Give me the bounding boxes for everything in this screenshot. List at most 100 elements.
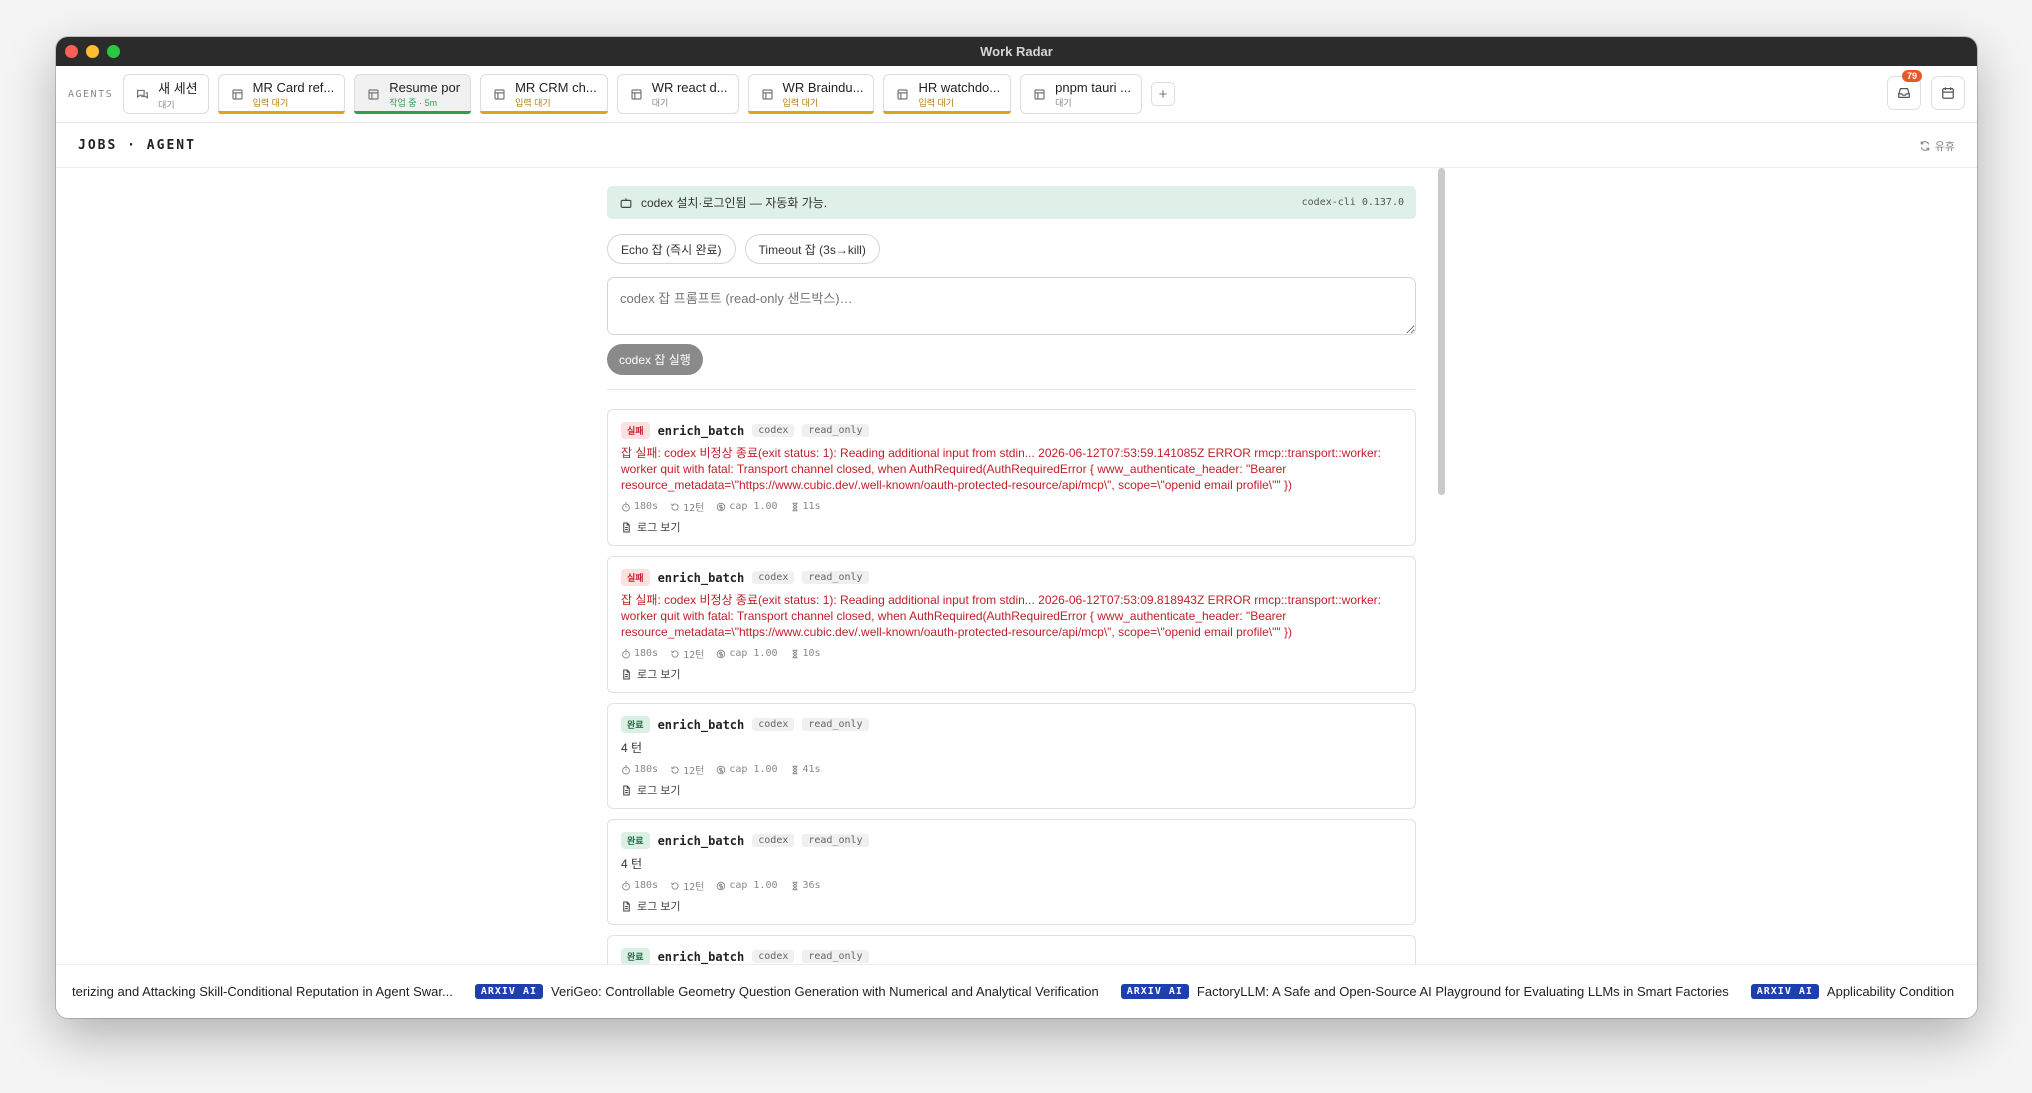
job-meta-timeout: 180s	[621, 878, 658, 893]
job-card[interactable]: 완료 enrich_batch codex read_only	[607, 935, 1416, 964]
view-log-button[interactable]: 로그 보기	[621, 898, 1402, 914]
turns-icon	[670, 881, 680, 891]
idle-status[interactable]: 유휴	[1919, 138, 1955, 154]
agent-tab[interactable]: pnpm tauri ... 대기	[1020, 74, 1142, 114]
job-meta-turns: 12턴	[670, 499, 704, 514]
jobs-column: codex 설치·로그인됨 — 자동화 가능. codex-cli 0.137.…	[607, 168, 1416, 964]
agent-tab[interactable]: MR CRM ch... 입력 대기	[480, 74, 608, 114]
job-meta-timeout: 180s	[621, 762, 658, 777]
minimize-window-button[interactable]	[86, 45, 99, 58]
calendar-button[interactable]	[1931, 76, 1965, 110]
agent-tab[interactable]: HR watchdo... 입력 대기	[883, 74, 1012, 114]
status-badge: 완료	[621, 948, 650, 964]
zoom-window-button[interactable]	[107, 45, 120, 58]
agent-tab-text: MR Card ref... 입력 대기	[253, 80, 335, 109]
job-tag: codex	[752, 424, 795, 437]
status-badge: 완료	[621, 716, 650, 733]
job-result: 4 턴	[621, 741, 643, 755]
echo-job-button[interactable]: Echo 잡 (즉시 완료)	[607, 234, 736, 264]
view-log-button[interactable]: 로그 보기	[621, 782, 1402, 798]
add-agent-button[interactable]: +	[1151, 82, 1175, 106]
agent-tab-status: 입력 대기	[918, 97, 955, 108]
job-tag: read_only	[802, 834, 869, 847]
status-badge: 완료	[621, 832, 650, 849]
job-meta-turns-value: 12턴	[683, 882, 705, 893]
status-badge: 실패	[621, 569, 650, 586]
job-result: 4 턴	[621, 857, 643, 871]
job-meta-duration: 10s	[790, 646, 821, 661]
agent-tab-name: HR watchdo...	[918, 79, 1001, 95]
job-card[interactable]: 완료 enrich_batch codex read_only 4 턴 180s 12턴 ca…	[607, 703, 1416, 809]
job-tag: read_only	[802, 718, 869, 731]
job-error-message: 잡 실패: codex 비정상 종료(exit status: 1): Read…	[621, 593, 1381, 639]
inbox-button[interactable]: 79	[1887, 70, 1922, 110]
agent-tab-status: 입력 대기	[252, 97, 289, 108]
job-meta-duration-value: 36s	[802, 880, 821, 891]
job-meta-turns-value: 12턴	[683, 766, 705, 777]
job-name: enrich_batch	[657, 833, 745, 848]
agent-tabs: 새 세션 대기 MR Card ref... 입력 대기 Resume por 작업 중 …	[123, 74, 1151, 114]
view-log-label: 로그 보기	[637, 669, 681, 681]
agents-label: AGENTS	[68, 88, 114, 100]
view-log-button[interactable]: 로그 보기	[621, 666, 1402, 682]
agent-tab[interactable]: MR Card ref... 입력 대기	[217, 74, 346, 114]
job-name: enrich_batch	[657, 949, 745, 964]
hourglass-icon	[790, 881, 800, 891]
timeout-job-button[interactable]: Timeout 잡 (3s→kill)	[744, 234, 880, 264]
job-card-header: 실패 enrich_batch codex read_only	[621, 422, 1402, 439]
view-log-button[interactable]: 로그 보기	[621, 519, 1402, 535]
job-meta-duration-value: 11s	[802, 501, 821, 512]
job-card[interactable]: 실패 enrich_batch codex read_only 잡 실패: codex …	[607, 556, 1416, 693]
ticker-item[interactable]: ARXIV AI Applicability Condition	[1750, 984, 1954, 999]
timer-icon	[621, 764, 631, 775]
document-icon	[761, 88, 774, 101]
job-card-header: 실패 enrich_batch codex read_only	[621, 569, 1402, 586]
job-meta-duration-value: 41s	[802, 764, 821, 775]
main-content: codex 설치·로그인됨 — 자동화 가능. codex-cli 0.137.…	[56, 168, 1977, 964]
inbox-count-badge: 79	[1901, 70, 1922, 82]
job-meta-duration: 11s	[790, 499, 821, 514]
job-meta-timeout-value: 180s	[634, 501, 659, 512]
job-meta-cap: cap 1.00	[716, 646, 778, 661]
robot-icon	[620, 197, 632, 208]
agent-tab-status: 대기	[651, 97, 669, 108]
ticker-item[interactable]: ARXIV AI FactoryLLM: A Safe and Open-Sour…	[1120, 984, 1729, 999]
timer-icon	[621, 501, 631, 512]
agent-tab-status: 입력 대기	[782, 97, 819, 108]
job-meta-cap-value: cap 1.00	[729, 764, 778, 775]
job-card[interactable]: 실패 enrich_batch codex read_only 잡 실패: codex …	[607, 409, 1416, 546]
scrollbar-thumb[interactable]	[1438, 168, 1445, 495]
hourglass-icon	[790, 765, 800, 775]
job-card[interactable]: 완료 enrich_batch codex read_only 4 턴 180s 12턴 ca…	[607, 819, 1416, 925]
agent-tab[interactable]: Resume por 작업 중 · 5m	[354, 74, 472, 114]
timer-icon	[621, 880, 631, 891]
refresh-icon	[1920, 141, 1930, 151]
source-tag: ARXIV AI	[474, 984, 544, 999]
turns-icon	[670, 502, 680, 512]
job-meta-turns: 12턴	[670, 646, 704, 661]
view-log-label: 로그 보기	[637, 901, 681, 913]
file-icon	[621, 669, 632, 680]
codex-prompt-input[interactable]	[607, 277, 1416, 335]
close-window-button[interactable]	[65, 45, 78, 58]
agent-tab[interactable]: 새 세션 대기	[123, 74, 209, 114]
document-icon	[367, 88, 380, 101]
cost-icon	[716, 502, 726, 512]
agent-tab-status-bar	[480, 111, 608, 114]
quick-job-buttons: Echo 잡 (즉시 완료) Timeout 잡 (3s→kill)	[607, 234, 1416, 264]
job-meta-turns: 12턴	[670, 762, 704, 777]
run-codex-job-button[interactable]: codex 잡 실행	[607, 344, 703, 375]
agent-tab[interactable]: WR Braindu... 입력 대기	[747, 74, 875, 114]
ticker-item[interactable]: terizing and Attacking Skill-Conditional…	[72, 984, 453, 999]
hourglass-icon	[790, 649, 800, 659]
job-meta-cap: cap 1.00	[716, 762, 778, 777]
ticker-item[interactable]: ARXIV AI VeriGeo: Controllable Geometry Q…	[474, 984, 1099, 999]
jobs-header: JOBS · AGENT 유휴	[56, 123, 1977, 168]
agent-tab-text: WR react d... 대기	[652, 80, 728, 109]
job-tag: codex	[752, 571, 795, 584]
job-list: 실패 enrich_batch codex read_only 잡 실패: codex …	[607, 409, 1416, 964]
job-meta-timeout: 180s	[621, 499, 658, 514]
document-icon	[231, 88, 244, 101]
agent-tab[interactable]: WR react d... 대기	[616, 74, 739, 114]
agent-tab-status-bar	[217, 111, 346, 114]
